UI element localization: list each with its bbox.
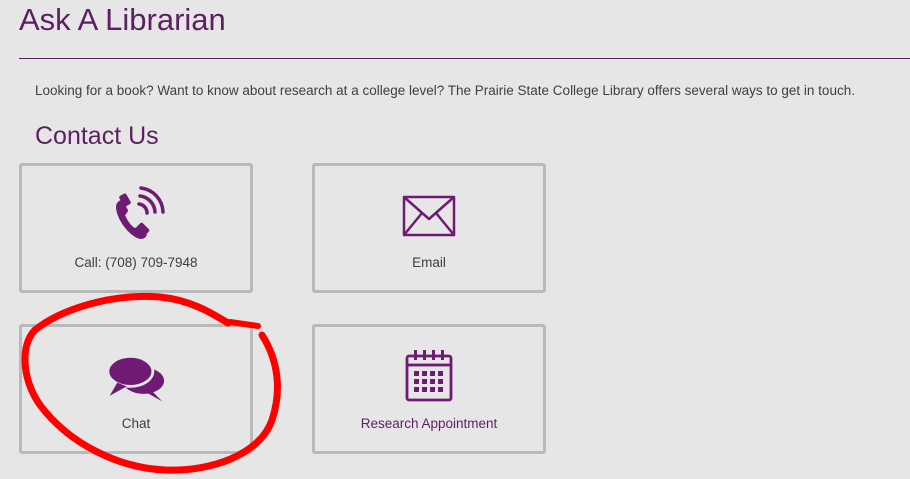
chat-bubbles-icon [106, 347, 166, 407]
page-title: Ask A Librarian [19, 2, 226, 37]
calendar-icon [399, 347, 459, 407]
phone-icon [106, 186, 166, 246]
title-divider [19, 58, 910, 59]
research-appointment-tile[interactable]: Research Appointment [312, 324, 546, 454]
chat-tile[interactable]: Chat [19, 324, 253, 454]
email-tile-label: Email [412, 255, 446, 270]
email-tile[interactable]: Email [312, 163, 546, 293]
envelope-icon [399, 186, 459, 246]
research-appointment-tile-label: Research Appointment [360, 416, 498, 431]
call-tile-label: Call: (708) 709-7948 [74, 255, 198, 270]
call-tile[interactable]: Call: (708) 709-7948 [19, 163, 253, 293]
intro-text: Looking for a book? Want to know about r… [35, 83, 855, 98]
section-heading-contact-us: Contact Us [35, 122, 159, 150]
chat-tile-label: Chat [121, 416, 151, 431]
